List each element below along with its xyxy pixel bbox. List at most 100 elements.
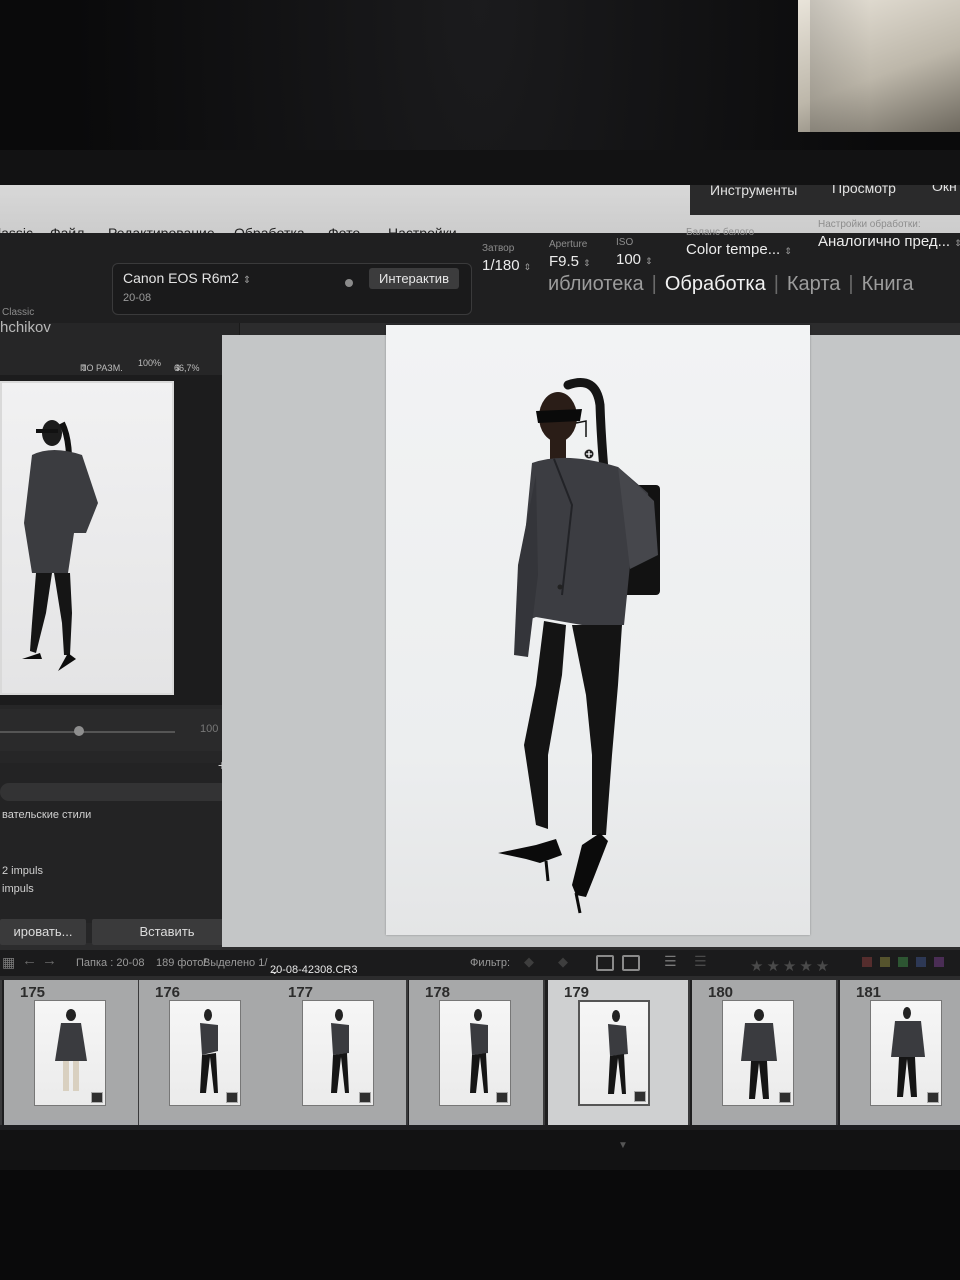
copy-button[interactable]: ировать...: [0, 919, 86, 945]
iso-label: ISO: [616, 237, 634, 248]
photo-count: 189 фото/: [156, 957, 207, 969]
module-separator: |: [848, 273, 854, 295]
tab-view[interactable]: Просмотр: [832, 185, 896, 196]
file-name-arrow: ⌄: [270, 965, 280, 977]
navigator-slider[interactable]: 100: [0, 709, 232, 751]
camera-selector[interactable]: Canon EOS R6m2 ⇕ 20-08 Интерактив: [112, 263, 472, 315]
main-photo[interactable]: [386, 325, 810, 935]
white-balance-value-row: Color tempe... ⇕: [686, 241, 792, 258]
module-develop[interactable]: Обработка: [665, 273, 766, 295]
aperture-value-row: F9.5 ⇕: [549, 253, 591, 270]
prev-arrow-icon[interactable]: ←: [22, 952, 37, 969]
slider-knob[interactable]: [74, 726, 84, 736]
zoom-custom-arrows-icon: ⇕: [174, 363, 182, 373]
export-left-icon[interactable]: [596, 955, 614, 971]
export-right-icon[interactable]: [622, 955, 640, 971]
iso-value: 100: [616, 251, 642, 268]
thumbnail-figure: [331, 1009, 349, 1093]
processing-arrows-icon: ⇕: [954, 238, 960, 248]
color-label-green[interactable]: [898, 957, 908, 967]
aperture-value: F9.5: [549, 253, 580, 270]
copy-paste-row: ировать... Вставить: [0, 919, 244, 947]
thumbnail-figure: [200, 1009, 218, 1093]
filmstrip-cell[interactable]: 178: [409, 980, 545, 1125]
grid-icon[interactable]: ▦: [2, 954, 15, 971]
filmstrip-cell[interactable]: 177: [272, 980, 408, 1125]
module-library[interactable]: иблиотека: [548, 273, 644, 295]
filmstrip-cell[interactable]: 180: [692, 980, 838, 1125]
rating-stars[interactable]: ★★★★★: [750, 957, 832, 975]
thumbnail-figure: [470, 1009, 488, 1093]
develop-badge-icon: [359, 1092, 371, 1103]
presets-panel: +. вательские стили 2 impuls impuls: [0, 757, 240, 923]
navigator-image: [0, 381, 174, 695]
status-dot: [345, 279, 353, 287]
shutter-value-row: 1/180 ⇕: [482, 257, 531, 274]
aperture-param[interactable]: Aperture F9.5 ⇕: [549, 239, 591, 270]
slider-track: [0, 731, 175, 733]
processing-settings-label: Настройки обработки:: [818, 219, 921, 230]
navigator-model-figure: [22, 420, 98, 671]
filmstrip-toolbar: ▦ ← → Папка : 20-08 189 фото/ Выделено 1…: [0, 950, 960, 977]
thumbnail: [439, 1000, 511, 1106]
paste-button[interactable]: Вставить: [92, 919, 242, 945]
camera-name: Canon EOS R6m2 ⇕: [123, 270, 252, 286]
white-balance-label: Баланс белого: [686, 227, 755, 238]
flag-filter-icon[interactable]: ◆: [524, 954, 534, 970]
filmstrip-cell[interactable]: 181: [840, 980, 960, 1125]
thumbnail: [722, 1000, 794, 1106]
module-separator: |: [651, 273, 657, 295]
iso-arrows-icon: ⇕: [645, 256, 653, 266]
shutter-value: 1/180: [482, 257, 520, 274]
thumbnail-figure: [741, 1009, 777, 1099]
color-label-purple[interactable]: [934, 957, 944, 967]
color-label-blue[interactable]: [916, 957, 926, 967]
preset-search[interactable]: [0, 783, 230, 801]
chevron-down-icon[interactable]: ▼: [618, 1140, 628, 1151]
filmstrip-cell[interactable]: 176: [139, 980, 275, 1125]
toolbar-tabs: Инструменты Просмотр Окн: [690, 185, 960, 215]
preset-item[interactable]: 2 impuls: [2, 865, 43, 877]
interactive-button[interactable]: Интерактив: [369, 268, 459, 289]
thumbnail: [302, 1000, 374, 1106]
navigator-preview[interactable]: [0, 375, 232, 705]
develop-badge-icon: [927, 1092, 939, 1103]
processing-settings-param[interactable]: Настройки обработки: Аналогично пред... ⇕: [818, 219, 960, 250]
module-separator: |: [773, 273, 779, 295]
next-arrow-icon[interactable]: →: [42, 952, 57, 969]
zoom-fit-arrows-icon: ⇕: [80, 363, 88, 373]
preset-item[interactable]: impuls: [2, 883, 34, 895]
zoom-100[interactable]: 100%: [138, 358, 161, 368]
folder-label: Папка : 20-08: [76, 957, 145, 969]
iso-param[interactable]: ISO 100 ⇕: [616, 237, 653, 268]
sliders-icon[interactable]: ☰: [664, 953, 677, 970]
thumbnail-figure: [891, 1007, 925, 1097]
camera-name-arrow: ⇕: [242, 275, 252, 286]
selected-count: Выделено 1/: [203, 957, 268, 969]
thumbnail: [578, 1000, 650, 1106]
tab-tools[interactable]: Инструменты: [710, 185, 797, 198]
white-balance-value: Color tempe...: [686, 241, 781, 258]
module-map[interactable]: Карта: [787, 273, 841, 295]
filmstrip-bottom-bar: [0, 1130, 960, 1140]
module-book[interactable]: Книга: [862, 273, 914, 295]
filmstrip-cell[interactable]: 175: [4, 980, 140, 1125]
shutter-param[interactable]: Затвор 1/180 ⇕: [482, 243, 531, 274]
color-label-yellow[interactable]: [880, 957, 890, 967]
tab-window[interactable]: Окн: [932, 185, 957, 194]
cell-number: 180: [708, 984, 734, 1001]
develop-badge-icon: [634, 1091, 646, 1102]
cell-number: 175: [20, 984, 46, 1001]
aperture-arrows-icon: ⇕: [583, 258, 591, 268]
iso-value-row: 100 ⇕: [616, 251, 653, 268]
filmstrip-cell-selected[interactable]: 179: [548, 980, 690, 1125]
color-label-red[interactable]: [862, 957, 872, 967]
loupe-viewer[interactable]: [222, 325, 960, 947]
flag-reject-icon[interactable]: ◆: [558, 954, 568, 970]
white-balance-param[interactable]: Баланс белого Color tempe... ⇕: [686, 227, 792, 258]
filmstrip-cell-partial: [0, 980, 2, 1125]
lightroom-window: lassic Файл Редактирование Обработка Фот…: [0, 185, 960, 1140]
shutter-label: Затвор: [482, 243, 515, 254]
sliders-icon-2[interactable]: ☰: [694, 953, 707, 970]
preset-group-user[interactable]: вательские стили: [2, 809, 91, 821]
